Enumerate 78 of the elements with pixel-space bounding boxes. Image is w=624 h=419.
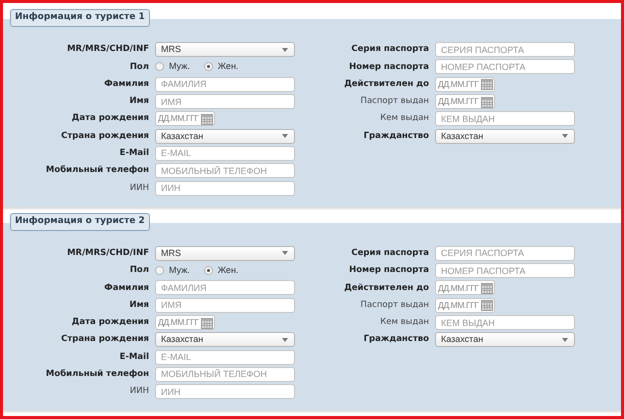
input-field[interactable]: ФАМИЛИЯ bbox=[155, 280, 295, 296]
date-field[interactable]: ДД.ММ.ГГГ bbox=[155, 315, 215, 330]
dropdown[interactable]: Казахстан bbox=[435, 332, 575, 348]
field-label: Фамилия bbox=[103, 78, 150, 91]
field-label: Мобильный телефон bbox=[44, 368, 150, 381]
date-field[interactable]: ДД.ММ.ГГГ bbox=[435, 280, 495, 296]
input-field[interactable]: E-MAIL bbox=[155, 146, 295, 161]
input-field[interactable]: КЕМ ВЫДАН bbox=[435, 315, 575, 330]
calendar-icon[interactable] bbox=[201, 316, 213, 328]
date-field[interactable]: ДД.ММ.ГГГ bbox=[435, 76, 495, 92]
field-label: Пол bbox=[128, 60, 150, 74]
field-label: Дата рождения bbox=[70, 316, 150, 329]
radio-button[interactable] bbox=[155, 62, 164, 72]
field-label: MR/MRS/CHD/INF bbox=[66, 43, 150, 56]
calendar-icon[interactable] bbox=[481, 282, 493, 294]
calendar-icon[interactable] bbox=[481, 78, 493, 90]
field-label: Гражданство bbox=[362, 130, 430, 142]
dropdown[interactable]: Казахстан bbox=[435, 128, 575, 144]
input-field[interactable]: КЕМ ВЫДАН bbox=[435, 111, 575, 126]
input-field[interactable]: ФАМИЛИЯ bbox=[155, 76, 295, 92]
dropdown[interactable]: MRS bbox=[155, 246, 295, 261]
field-label: Номер паспорта bbox=[348, 60, 430, 74]
input-field[interactable]: СЕРИЯ ПАСПОРТА bbox=[435, 42, 575, 58]
date-field[interactable]: ДД.ММ.ГГГ bbox=[435, 298, 495, 313]
field-label: Кем выдан bbox=[379, 316, 430, 329]
calendar-icon[interactable] bbox=[481, 96, 493, 108]
caret-icon bbox=[282, 48, 288, 52]
caret-icon bbox=[282, 338, 288, 342]
field-label: Действителен до bbox=[343, 282, 430, 294]
field-label: Имя bbox=[128, 298, 150, 312]
input-field[interactable]: МОБИЛЬНЫЙ ТЕЛЕФОН bbox=[155, 163, 295, 178]
input-field[interactable]: МОБИЛЬНЫЙ ТЕЛЕФОН bbox=[155, 366, 295, 382]
radio-label[interactable]: Муж. bbox=[169, 60, 190, 74]
field-label: Номер паспорта bbox=[348, 264, 430, 277]
field-label: ИИН bbox=[128, 182, 150, 194]
calendar-icon[interactable] bbox=[481, 299, 493, 312]
field-label: E-Mail bbox=[118, 147, 150, 160]
radio-label[interactable]: Муж. bbox=[169, 264, 190, 278]
field-label: E-Mail bbox=[118, 350, 150, 364]
field-label: Гражданство bbox=[362, 333, 430, 346]
radio-label[interactable]: Жен. bbox=[218, 60, 238, 74]
input-field[interactable]: ИИН bbox=[155, 384, 295, 400]
field-label: Фамилия bbox=[103, 282, 150, 294]
radio-button[interactable] bbox=[204, 62, 213, 72]
field-label: Кем выдан bbox=[379, 112, 430, 126]
dropdown[interactable]: Казахстан bbox=[155, 128, 295, 144]
dropdown[interactable]: MRS bbox=[155, 42, 295, 58]
input-field[interactable]: ИМЯ bbox=[155, 94, 295, 110]
input-field[interactable]: ИИН bbox=[155, 180, 295, 196]
field-label: Серия паспорта bbox=[350, 246, 430, 260]
field-label: Имя bbox=[128, 95, 150, 108]
field-label: Страна рождения bbox=[60, 333, 150, 346]
radio-button[interactable] bbox=[155, 266, 164, 276]
field-label: Мобильный телефон bbox=[44, 164, 150, 178]
field-label: Серия паспорта bbox=[350, 43, 430, 56]
caret-icon bbox=[282, 134, 288, 138]
field-label: Паспорт выдан bbox=[360, 95, 430, 108]
caret-icon bbox=[562, 338, 568, 342]
radio-label[interactable]: Жен. bbox=[218, 264, 238, 278]
input-field[interactable]: СЕРИЯ ПАСПОРТА bbox=[435, 246, 575, 261]
field-label: Пол bbox=[128, 264, 150, 277]
field-label: Действителен до bbox=[343, 78, 430, 91]
dropdown[interactable]: Казахстан bbox=[155, 332, 295, 348]
input-field[interactable]: НОМЕР ПАСПОРТА bbox=[435, 59, 575, 74]
field-label: ИИН bbox=[128, 385, 150, 398]
caret-icon bbox=[562, 134, 568, 138]
caret-icon bbox=[282, 251, 288, 256]
radio-button[interactable] bbox=[204, 266, 213, 276]
input-field[interactable]: ИМЯ bbox=[155, 298, 295, 313]
field-label: Страна рождения bbox=[60, 130, 150, 142]
date-field[interactable]: ДД.ММ.ГГГ bbox=[155, 111, 215, 126]
calendar-icon[interactable] bbox=[201, 112, 213, 125]
field-label: Паспорт выдан bbox=[360, 298, 430, 312]
field-label: Дата рождения bbox=[70, 112, 150, 126]
date-field[interactable]: ДД.ММ.ГГГ bbox=[435, 94, 495, 110]
input-field[interactable]: E-MAIL bbox=[155, 350, 295, 365]
field-label: MR/MRS/CHD/INF bbox=[66, 246, 150, 260]
input-field[interactable]: НОМЕР ПАСПОРТА bbox=[435, 263, 575, 278]
